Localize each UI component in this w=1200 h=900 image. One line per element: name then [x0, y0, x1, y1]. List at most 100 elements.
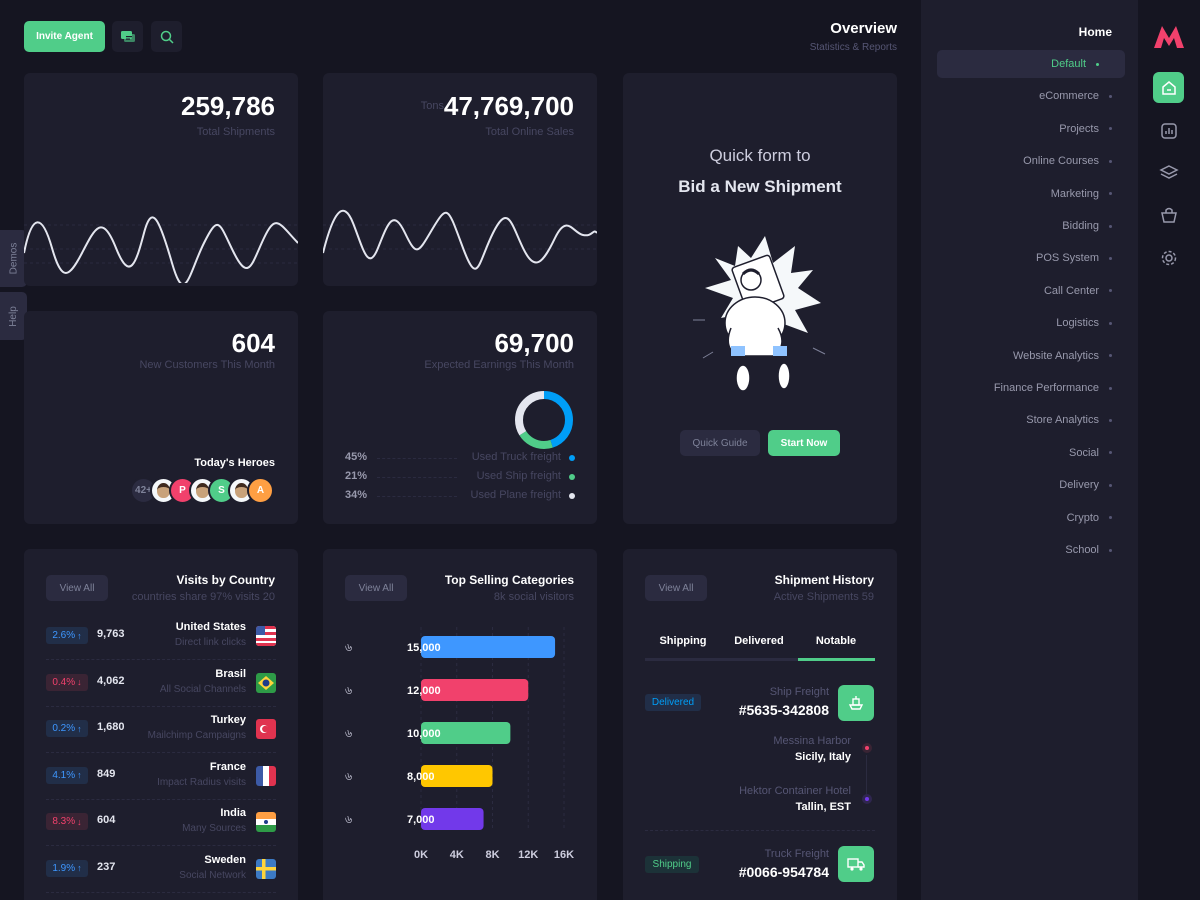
- top-categories-card: View All Top Selling Categories 8k socia…: [323, 549, 597, 900]
- total-sales-card: Tons 47,769,700 Total Online Sales: [323, 73, 597, 286]
- visits-view-all-button[interactable]: View All: [46, 575, 108, 601]
- menu-item-online-courses[interactable]: Online Courses: [950, 147, 1138, 175]
- start-now-button[interactable]: Start Now: [768, 430, 840, 456]
- total-sales-label: Total Online Sales: [485, 126, 574, 138]
- menu-item-call-center[interactable]: Call Center: [950, 277, 1138, 305]
- rail-home-button[interactable]: [1153, 72, 1184, 103]
- x-tick-label: 16K: [554, 849, 574, 861]
- country-row[interactable]: 0.4% ↓ 4,062 Brasil All Social Channels: [46, 660, 276, 707]
- country-row[interactable]: 8.3% ↓ 604 India Many Sources: [46, 799, 276, 846]
- shipment-view-all-button[interactable]: View All: [645, 575, 707, 601]
- menu-item-crypto[interactable]: Crypto: [950, 504, 1138, 532]
- rail-settings-button[interactable]: [1153, 242, 1184, 273]
- legend-dash: [377, 477, 457, 478]
- stop-marker-2: [862, 794, 872, 804]
- menu-bullet: [1109, 386, 1112, 390]
- freight-legend-row: 21% Used Ship freight: [345, 470, 575, 484]
- visit-count: 1,680: [97, 721, 125, 733]
- change-badge: 0.4% ↓: [46, 673, 88, 691]
- menu-item-marketing[interactable]: Marketing: [950, 180, 1138, 208]
- legend-dash: [377, 496, 457, 497]
- menu-bullet: [1109, 159, 1112, 163]
- x-tick-label: 8K: [485, 849, 499, 861]
- rail-basket-button[interactable]: [1153, 199, 1184, 230]
- menu-item-default[interactable]: Default: [937, 50, 1125, 78]
- menu-item-social[interactable]: Social: [950, 439, 1138, 467]
- app-logo-icon: [1154, 26, 1184, 48]
- menu-item-school[interactable]: School: [950, 536, 1138, 564]
- sidebar-menu: Home Default eCommerce Projects Online Cour…: [921, 0, 1138, 900]
- help-tab[interactable]: Help: [0, 292, 27, 340]
- menu-item-label: Website Analytics: [1012, 349, 1099, 362]
- menu-item-delivery[interactable]: Delivery: [950, 471, 1138, 499]
- tab-delivered[interactable]: Delivered: [721, 635, 797, 647]
- fr-flag-icon: [256, 765, 276, 786]
- arrow-down-icon: ↓: [77, 677, 82, 687]
- menu-item-label: Call Center: [1043, 284, 1099, 297]
- change-badge: 0.2% ↑: [46, 720, 88, 737]
- new-customers-card: 604 New Customers This Month Today's Her…: [24, 311, 298, 524]
- tab-notable[interactable]: Notable: [798, 635, 874, 647]
- menu-item-label: POS System: [1036, 252, 1099, 265]
- country-row[interactable]: 1.9% ↑ 237 Sweden Social Network: [46, 846, 276, 893]
- stop-city-2: Tallin, EST: [795, 801, 851, 813]
- category-icon: ৬: [345, 685, 352, 697]
- menu-item-projects[interactable]: Projects: [950, 115, 1138, 143]
- menu-bullet: [1109, 289, 1112, 293]
- menu-item-website-analytics[interactable]: Website Analytics: [950, 342, 1138, 370]
- country-name: France: [209, 760, 246, 773]
- freight-kind-2: Truck Freight: [764, 848, 829, 860]
- freight-label: Used Ship freight: [476, 470, 561, 482]
- tab-shipping[interactable]: Shipping: [645, 635, 721, 647]
- quick-form-card: Quick form to Bid a New Shipment Quick G…: [623, 73, 897, 524]
- arrow-up-icon: ↑: [77, 723, 82, 734]
- rail-reports-button[interactable]: [1153, 115, 1184, 146]
- stop-place-2: Hektor Container Hotel: [739, 785, 851, 797]
- sales-unit-prefix: Tons: [420, 100, 444, 112]
- freight-dot: [569, 474, 575, 480]
- rail-layers-button[interactable]: [1153, 157, 1184, 188]
- category-bar[interactable]: [421, 636, 556, 658]
- stop-city-1: Sicily, Italy: [794, 751, 851, 763]
- categories-subtitle: 8k social visitors: [493, 591, 574, 603]
- heroes-avatars: 42+ P S A: [130, 477, 290, 504]
- active-tab-indicator: [798, 658, 875, 661]
- ship-icon: [848, 696, 864, 710]
- country-row[interactable]: 4.1% ↑ 849 France Impact Radius visits: [46, 753, 276, 800]
- menu-item-label: Projects: [1059, 122, 1099, 135]
- country-row[interactable]: 2.6% ↑ 9,763 United States Direct link click…: [46, 613, 276, 660]
- country-row[interactable]: 0.2% ↑ 1,680 Turkey Mailchimp Campaigns: [46, 706, 276, 753]
- categories-view-all-button[interactable]: View All: [345, 575, 407, 601]
- visit-source: Direct link clicks: [174, 637, 246, 648]
- new-customers-value: 604: [231, 328, 275, 358]
- quick-guide-button[interactable]: Quick Guide: [680, 430, 760, 456]
- menu-item-logistics[interactable]: Logistics: [950, 309, 1138, 337]
- demos-tab-label: Demos: [8, 242, 19, 275]
- shipment-title: Shipment History: [774, 573, 874, 587]
- invite-agent-button[interactable]: Invite Agent: [24, 21, 105, 52]
- menu-bullet: [1109, 321, 1112, 325]
- menu-item-store-analytics[interactable]: Store Analytics: [950, 406, 1138, 434]
- in-flag-icon: [256, 812, 276, 832]
- menu-item-ecommerce[interactable]: eCommerce: [950, 82, 1138, 110]
- search-button[interactable]: [151, 21, 182, 52]
- x-tick-label: 0K: [414, 849, 428, 861]
- menu-item-bidding[interactable]: Bidding: [950, 212, 1138, 240]
- menu-bullet: [1109, 548, 1112, 552]
- freight-pct: 45%: [345, 451, 368, 463]
- menu-item-pos-system[interactable]: POS System: [950, 244, 1138, 272]
- total-shipments-label: Total Shipments: [196, 126, 275, 138]
- help-tab-label: Help: [7, 305, 19, 327]
- avatar[interactable]: A: [247, 477, 274, 504]
- bar-value-label: 7,000: [407, 814, 435, 826]
- menu-bullet: [1096, 62, 1099, 66]
- page-subtitle: Statistics & Reports: [809, 42, 897, 53]
- chat-button[interactable]: [112, 21, 143, 52]
- expected-earnings-value: 69,700: [494, 328, 574, 358]
- menu-item-label: Finance Performance: [993, 382, 1099, 394]
- demos-tab[interactable]: Demos: [0, 230, 27, 287]
- category-icon: ৬: [345, 771, 352, 783]
- change-pct: 0.2%: [52, 723, 76, 734]
- freight-kind: Ship Freight: [769, 686, 829, 698]
- menu-item-finance-performance[interactable]: Finance Performance: [950, 374, 1138, 402]
